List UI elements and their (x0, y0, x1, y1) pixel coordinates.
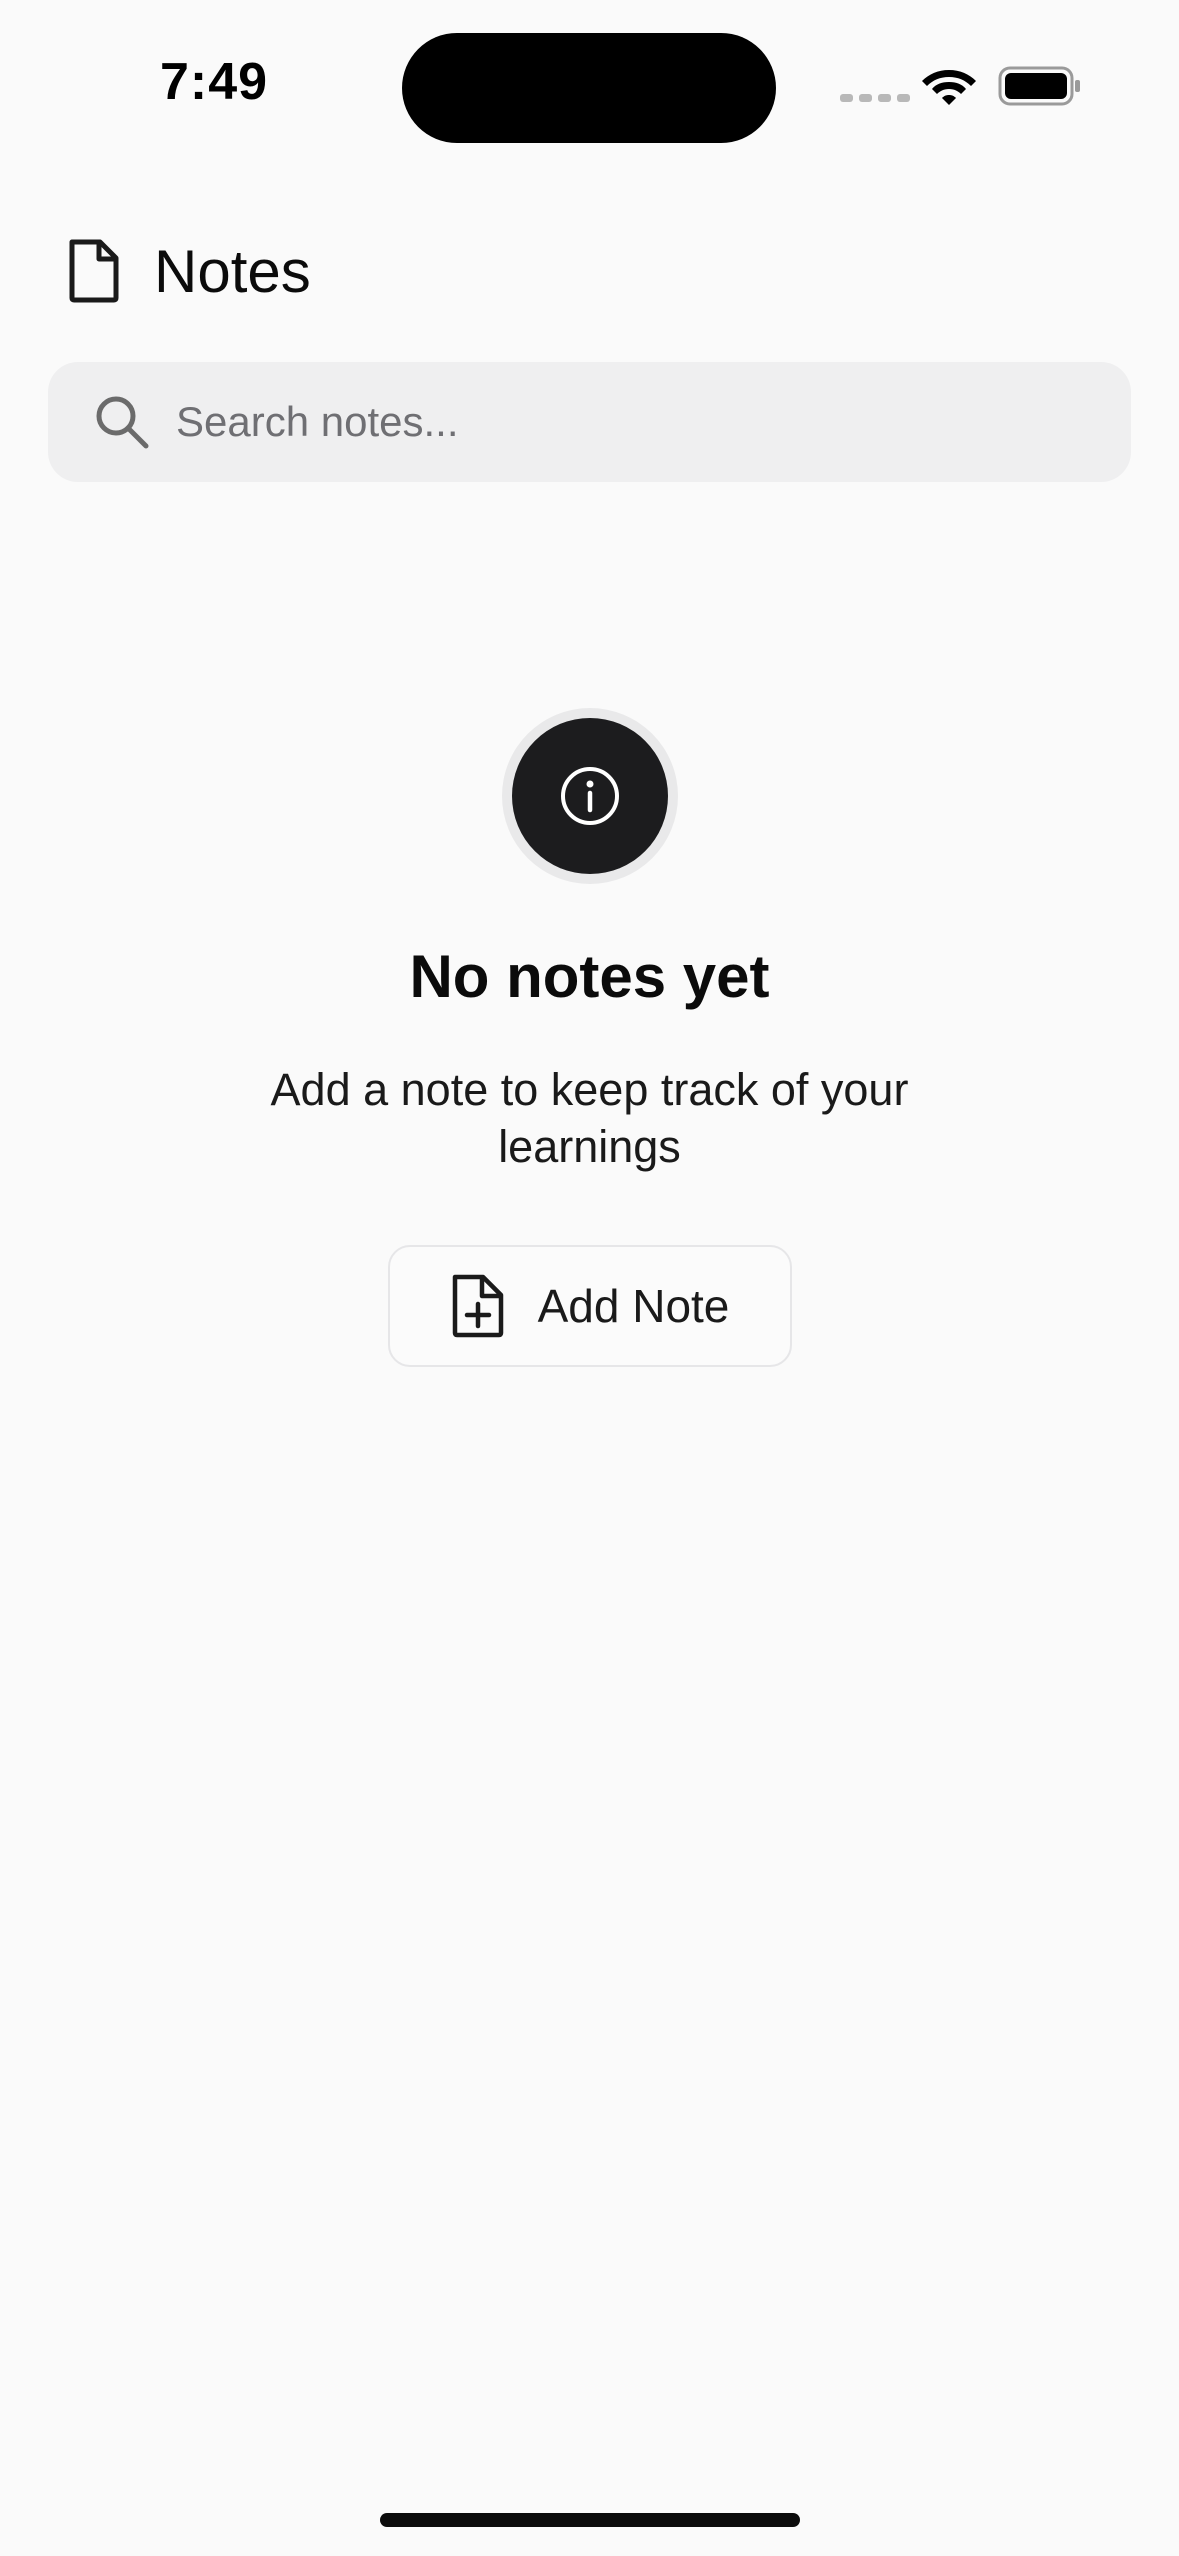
info-badge (501, 708, 678, 884)
battery-icon (998, 66, 1080, 106)
status-icons (840, 60, 1090, 110)
search-icon (96, 396, 149, 449)
empty-state-message: Add a note to keep track of your learnin… (270, 1064, 909, 1172)
header: Notes (64, 236, 311, 306)
search-bar[interactable] (48, 362, 1131, 482)
page-title: Notes (154, 237, 311, 305)
empty-state-title: No notes yet (409, 943, 770, 1010)
status-time: 7:49 (160, 53, 269, 111)
document-icon (69, 239, 119, 303)
info-icon (560, 767, 619, 825)
empty-state: No notes yet Add a note to keep track of… (0, 708, 1179, 1367)
dynamic-island (402, 33, 776, 143)
search-input[interactable] (176, 398, 1076, 446)
add-note-label: Add Note (537, 1280, 730, 1332)
signal-dots-icon (840, 94, 910, 102)
add-note-button[interactable]: Add Note (387, 1245, 792, 1367)
status-bar: 7:49 (0, 0, 1179, 170)
document-plus-icon (452, 1274, 503, 1338)
wifi-icon (922, 70, 976, 105)
home-indicator[interactable] (380, 2513, 800, 2527)
